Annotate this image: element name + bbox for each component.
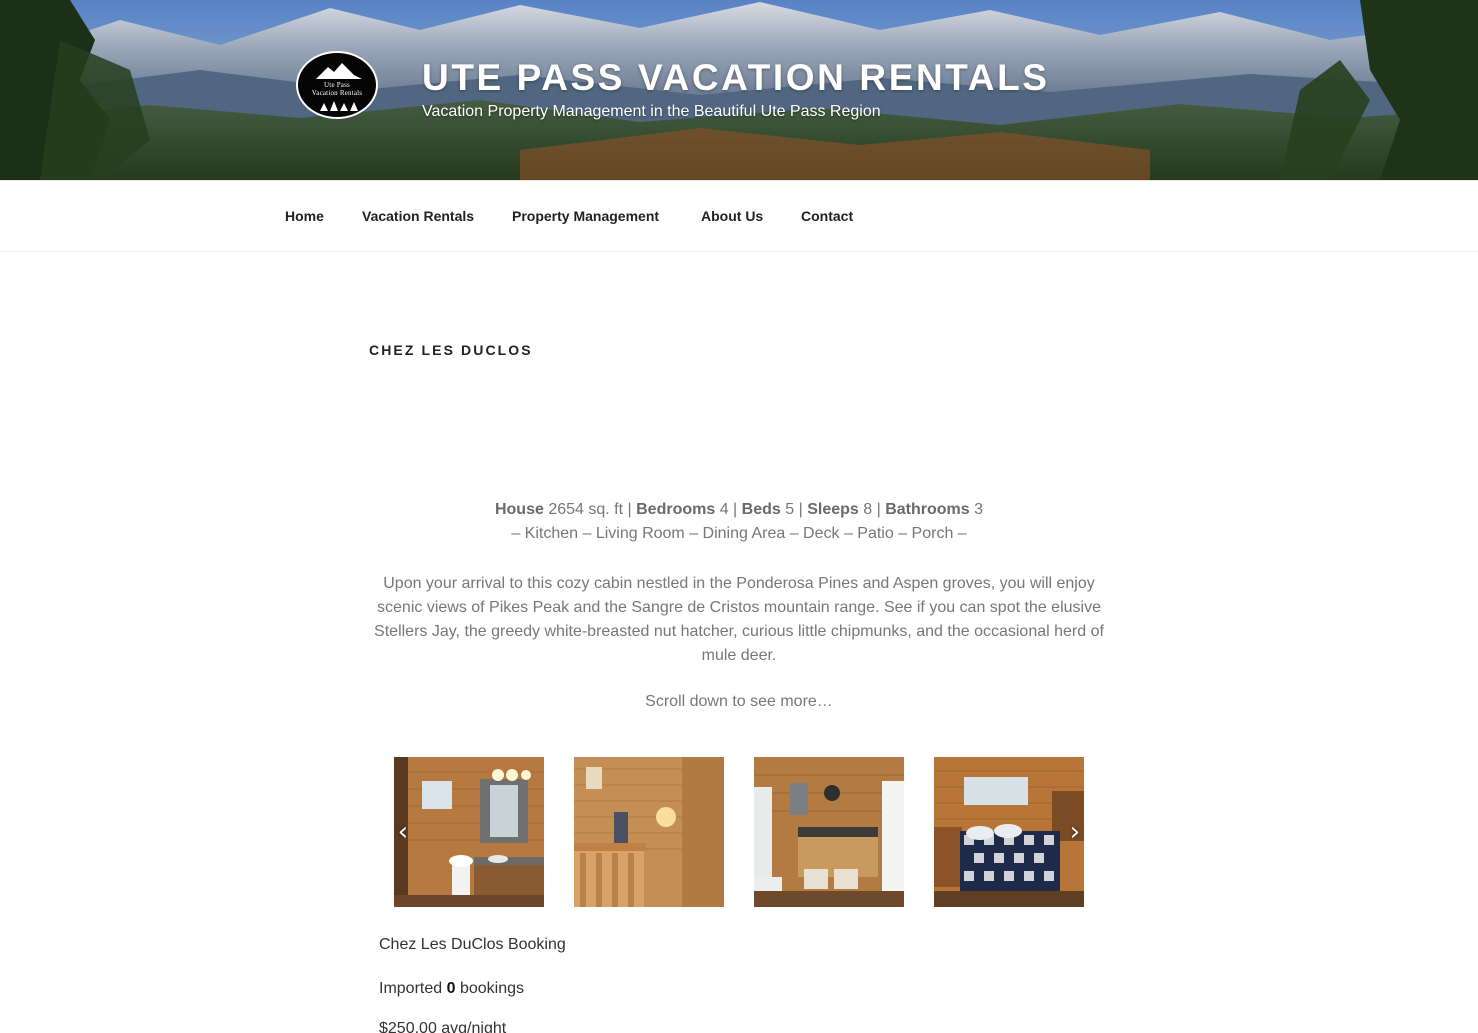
- spec-beds-value: 5: [785, 501, 795, 518]
- spec-house-label: House: [494, 501, 544, 518]
- imported-bookings: Imported 0 bookings: [379, 980, 524, 998]
- gallery-thumb-stairs[interactable]: [574, 757, 724, 907]
- logo-text-line1: Ute Pass: [324, 81, 350, 89]
- spec-bathrooms-label: Bathrooms: [885, 501, 970, 518]
- spec-bedrooms-value: 4: [719, 501, 729, 518]
- main-navigation: Home Vacation Rentals Property Managemen…: [0, 180, 1478, 252]
- nav-item-contact[interactable]: Contact: [801, 208, 853, 224]
- scroll-note: Scroll down to see more…: [645, 693, 833, 710]
- bedroom-photo: [934, 757, 1084, 907]
- property-description: Upon your arrival to this cozy cabin nes…: [374, 575, 1104, 664]
- spec-house-value: 2654 sq. ft: [548, 501, 624, 518]
- site-tagline: Vacation Property Management in the Beau…: [422, 103, 881, 120]
- imported-count: 0: [446, 980, 456, 997]
- nav-item-property-management[interactable]: Property Management: [512, 208, 659, 224]
- spec-sleeps-label: Sleeps: [807, 501, 859, 518]
- imported-prefix: Imported: [379, 980, 443, 997]
- spec-beds-label: Beds: [741, 501, 781, 518]
- nav-item-vacation-rentals[interactable]: Vacation Rentals: [362, 208, 474, 224]
- booking-title: Chez Les DuClos Booking: [379, 936, 566, 953]
- page-title: CHEZ LES DUCLOS: [369, 342, 533, 358]
- gallery-next-arrow-icon[interactable]: ›: [1066, 819, 1084, 845]
- spec-sleeps-value: 8: [863, 501, 873, 518]
- nav-item-about-us[interactable]: About Us: [701, 208, 763, 224]
- spec-bathrooms-value: 3: [974, 501, 984, 518]
- gallery-prev-arrow-icon[interactable]: ‹: [394, 819, 412, 845]
- site-logo[interactable]: Ute Pass Vacation Rentals: [296, 51, 378, 119]
- property-rooms: – Kitchen – Living Room – Dining Area – …: [511, 525, 967, 542]
- logo-text-line2: Vacation Rentals: [311, 89, 363, 97]
- spec-bedrooms-label: Bedrooms: [636, 501, 716, 518]
- spec-separator: |: [627, 501, 632, 518]
- spec-separator: |: [876, 501, 881, 518]
- site-title[interactable]: UTE PASS VACATION RENTALS: [422, 57, 1050, 99]
- bathroom-photo: [394, 757, 544, 907]
- average-nightly-price: $250.00 avg/night: [379, 1020, 507, 1033]
- spec-separator: |: [798, 501, 803, 518]
- gallery-thumb-vanity[interactable]: [754, 757, 904, 907]
- site-header: Ute Pass Vacation Rentals UTE PASS VACAT…: [0, 0, 1478, 180]
- nav-item-home[interactable]: Home: [285, 208, 324, 224]
- gallery-thumb-bathroom[interactable]: [394, 757, 544, 907]
- spec-separator: |: [733, 501, 738, 518]
- vanity-photo: [754, 757, 904, 907]
- imported-suffix: bookings: [459, 980, 524, 997]
- stairway-photo: [574, 757, 724, 907]
- gallery-thumb-bedroom[interactable]: [934, 757, 1084, 907]
- photo-gallery: ‹ ›: [394, 757, 1084, 907]
- property-specs: House 2654 sq. ft | Bedrooms 4 | Beds 5 …: [369, 500, 1109, 520]
